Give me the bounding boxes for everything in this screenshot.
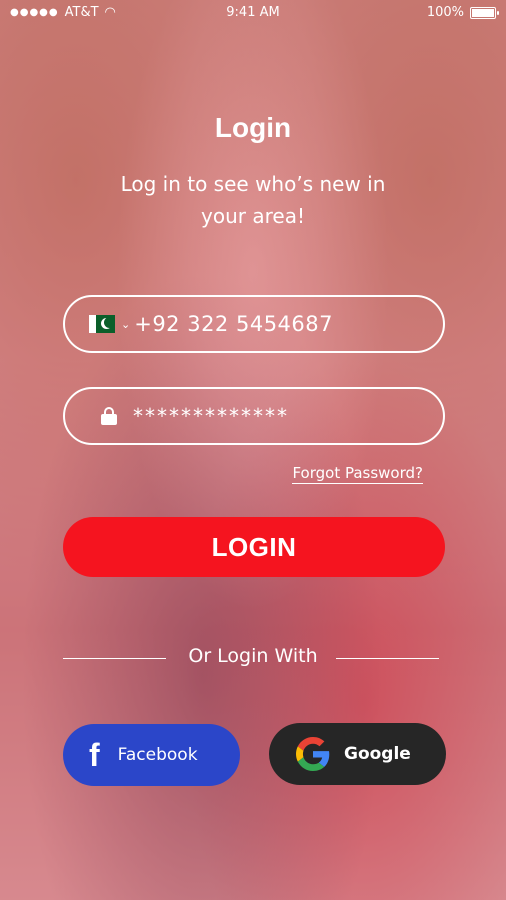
lock-icon: [101, 407, 117, 425]
password-input[interactable]: *************: [133, 404, 289, 428]
status-right: 100%: [426, 5, 499, 20]
page-subtitle: Log in to see who’s new in your area!: [120, 172, 386, 228]
google-label: Google: [344, 744, 411, 764]
phone-field[interactable]: ⌄ +92 322 5454687: [63, 295, 445, 353]
google-icon: [296, 737, 330, 771]
or-login-with-label: Or Login With: [188, 645, 318, 667]
battery-percent: 100%: [426, 5, 464, 20]
facebook-label: Facebook: [117, 745, 198, 765]
divider-right: [336, 658, 439, 659]
battery-fill: [472, 8, 494, 17]
flag-white-band: [89, 315, 96, 333]
lock-shackle: [104, 407, 114, 416]
battery-icon: [470, 6, 499, 19]
google-button[interactable]: Google: [269, 723, 446, 785]
status-bar: ●●●●● AT&T ◠ 9:41 AM 100%: [0, 0, 506, 26]
flag-green-band: [96, 315, 115, 333]
facebook-icon: f: [89, 737, 100, 773]
page-title: Login: [214, 112, 292, 143]
phone-input[interactable]: +92 322 5454687: [134, 312, 333, 336]
forgot-password-link[interactable]: Forgot Password?: [292, 464, 423, 484]
chevron-down-icon[interactable]: ⌄: [121, 318, 130, 331]
password-field[interactable]: *************: [63, 387, 445, 445]
pakistan-flag-icon[interactable]: [89, 315, 115, 333]
facebook-button[interactable]: f Facebook: [63, 724, 240, 786]
login-button[interactable]: LOGIN: [63, 517, 445, 577]
